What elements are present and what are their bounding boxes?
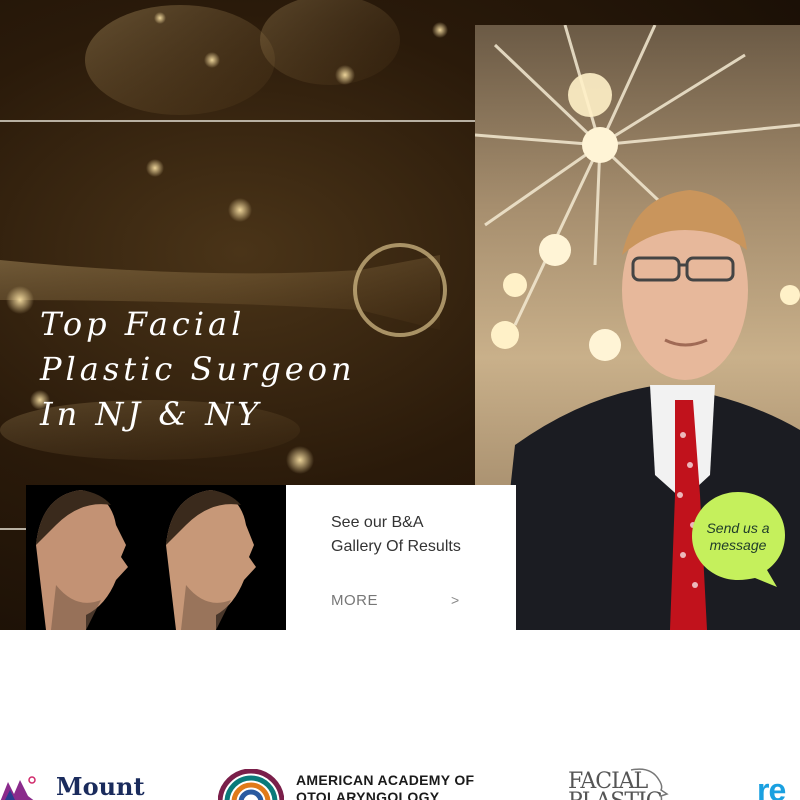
aao-wordmark-line-2: OTOLARYNGOLOGY [296,789,440,800]
send-message-label: Send us a message [690,520,786,554]
after-photo[interactable] [156,485,286,630]
facial-plastic-logo-icon [630,768,669,800]
gallery-title-line-2: Gallery Of Results [331,538,461,555]
more-arrow-icon[interactable]: > [451,592,459,608]
affiliations-logos: Mount AMERICAN ACADEMY OF OTOLARYNGOLOGY… [0,760,800,800]
aao-wordmark: AMERICAN ACADEMY OF OTOLARYNGOLOGY [296,772,474,800]
mount-sinai-wordmark: Mount [56,772,145,800]
facial-plastic-logo[interactable]: FACIAL PLASTIC [566,768,696,800]
headline-line-3: In NJ & NY [40,395,263,433]
gallery-title: See our B&A Gallery Of Results [331,511,501,559]
hero-section: Top Facial Plastic Surgeon In NJ & NY Se… [0,0,800,630]
aao-logo-icon [218,769,284,800]
more-link[interactable]: MORE [331,592,378,609]
send-message-line-1: Send us a [706,520,770,536]
divider-line [0,120,475,122]
gallery-card[interactable]: See our B&A Gallery Of Results MORE > [286,485,516,630]
mount-sinai-logo-icon [0,776,36,800]
headline-line-2: Plastic Surgeon [40,350,356,388]
before-photo[interactable] [26,485,156,630]
re-logo[interactable]: re [757,772,786,800]
send-message-button[interactable]: Send us a message [690,490,786,588]
send-message-line-2: message [709,537,767,553]
aao-logo[interactable]: AMERICAN ACADEMY OF OTOLARYNGOLOGY [218,769,488,800]
mount-sinai-logo[interactable]: Mount [0,772,160,800]
hero-headline: Top Facial Plastic Surgeon In NJ & NY [40,302,460,437]
gallery-title-line-1: See our B&A [331,514,424,531]
aao-wordmark-line-1: AMERICAN ACADEMY OF [296,772,475,788]
headline-line-1: Top Facial [40,305,246,343]
